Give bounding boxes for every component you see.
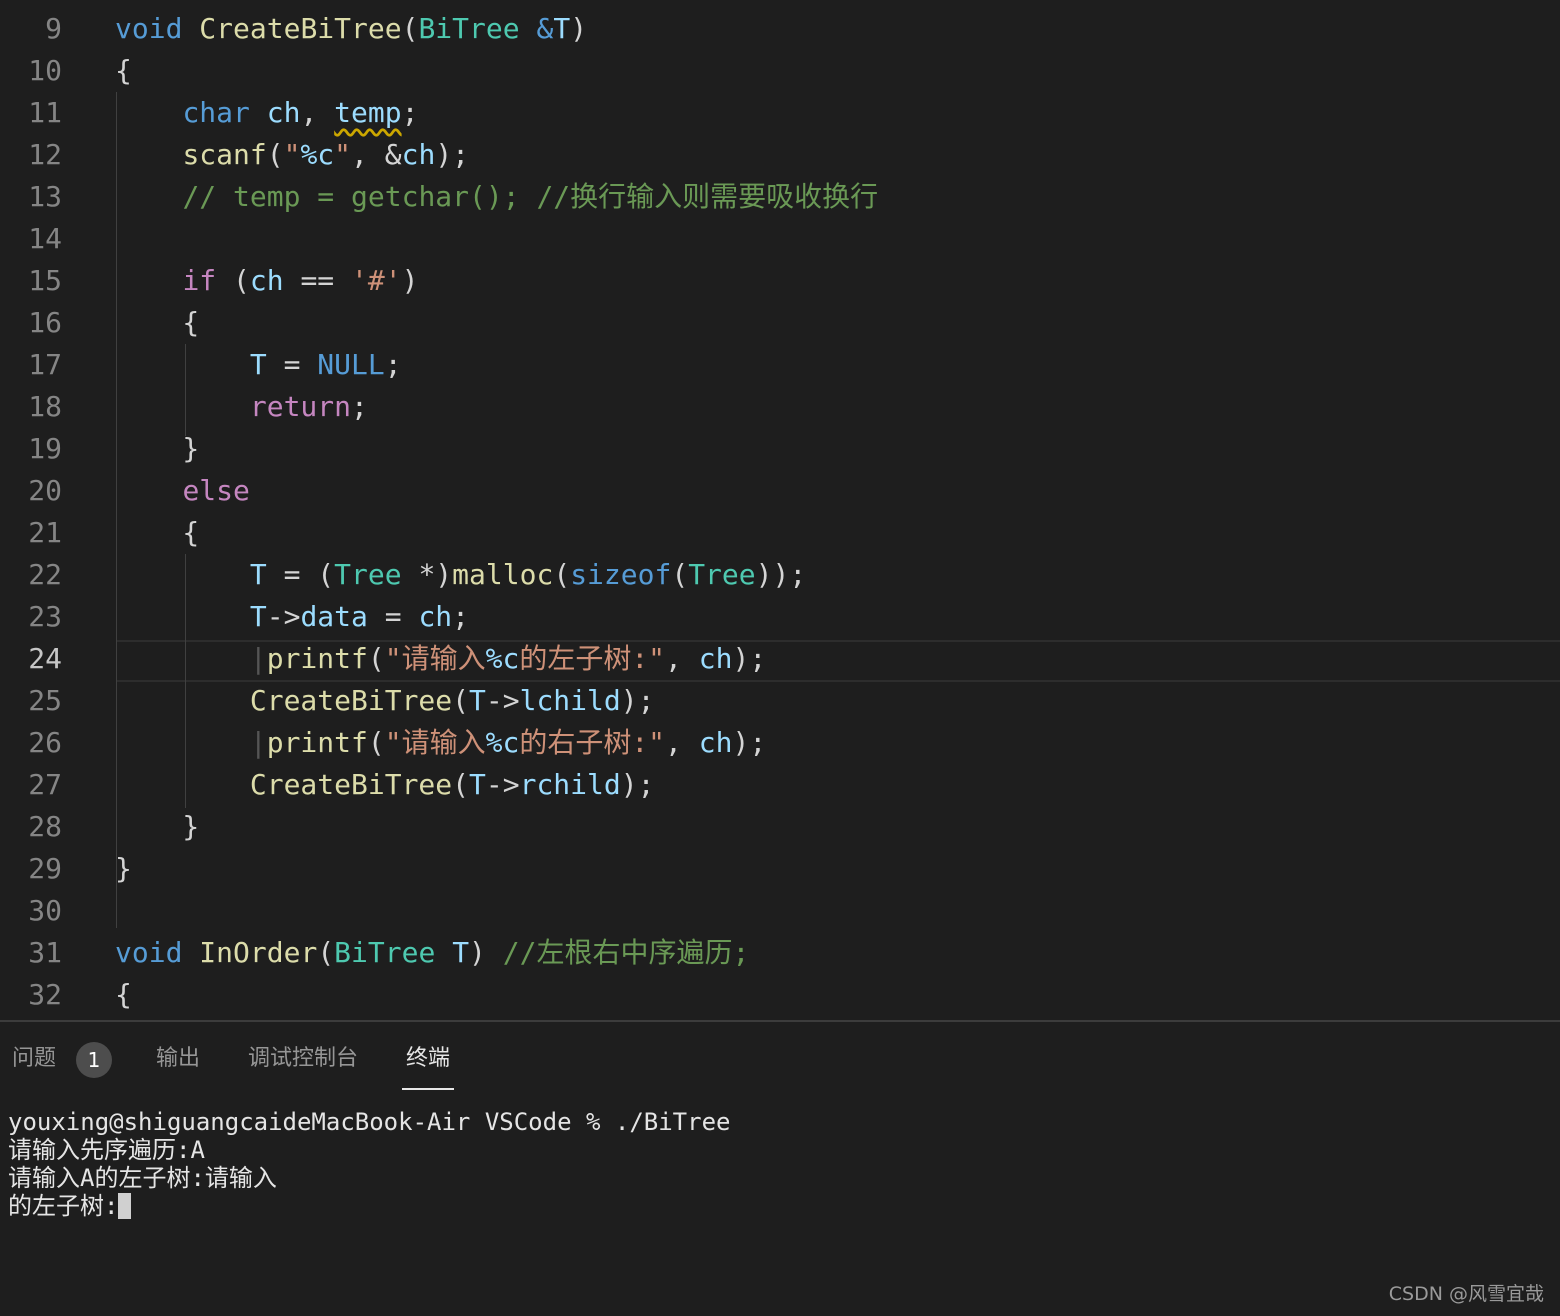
code-text: T = (Tree *)malloc(sizeof(Tree)); [249, 558, 807, 591]
code-text: scanf("%c", &ch); [182, 138, 470, 171]
code-line[interactable]: 9 void CreateBiTree(BiTree &T) [0, 8, 1560, 50]
code-editor[interactable]: 9 void CreateBiTree(BiTree &T) 10 { 11 c… [0, 0, 1560, 1020]
code-text: { [115, 516, 200, 549]
line-number: 16 [28, 306, 62, 339]
line-number: 21 [28, 516, 62, 549]
code-line[interactable]: 23 T->data = ch; [0, 596, 1560, 638]
watermark: CSDN @风雪宜哉 [1388, 1283, 1544, 1305]
code-text: char ch, temp; [182, 96, 419, 129]
code-text: if (ch == '#') [182, 264, 419, 297]
code-line[interactable]: 15 if (ch == '#') [0, 260, 1560, 302]
terminal-line: 的左子树: [8, 1192, 119, 1220]
code-line[interactable]: 20 else [0, 470, 1560, 512]
code-line[interactable]: 31 void InOrder(BiTree T) //左根右中序遍历; [0, 932, 1560, 974]
code-line[interactable]: 26 |printf("请输入%c的右子树:", ch); [0, 722, 1560, 764]
line-number: 13 [28, 180, 62, 213]
code-text: { [115, 978, 132, 1011]
code-line[interactable]: 25 CreateBiTree(T->lchild); [0, 680, 1560, 722]
code-line[interactable]: 14 [0, 218, 1560, 260]
code-line[interactable]: 27 CreateBiTree(T->rchild); [0, 764, 1560, 806]
terminal-output[interactable]: youxing@shiguangcaideMacBook-Air VSCode … [8, 1108, 730, 1220]
code-text: else [182, 474, 250, 507]
code-line[interactable]: 10 { [0, 50, 1560, 92]
code-line[interactable]: 12 scanf("%c", &ch); [0, 134, 1560, 176]
code-text: |printf("请输入%c的右子树:", ch); [249, 726, 767, 759]
line-number: 17 [28, 348, 62, 381]
problems-count-badge: 1 [76, 1042, 112, 1078]
code-line[interactable]: 21 { [0, 512, 1560, 554]
terminal-line: youxing@shiguangcaideMacBook-Air VSCode … [8, 1108, 731, 1136]
code-text: void CreateBiTree(BiTree &T) [115, 12, 588, 45]
line-number: 15 [28, 264, 62, 297]
line-number: 14 [28, 222, 62, 255]
code-line[interactable]: 29 } [0, 848, 1560, 890]
line-number: 27 [28, 768, 62, 801]
code-text: void InOrder(BiTree T) //左根右中序遍历; [115, 936, 750, 969]
line-number: 20 [28, 474, 62, 507]
terminal-line: 请输入A的左子树:请输入 [8, 1164, 277, 1192]
code-text: CreateBiTree(T->rchild); [249, 768, 655, 801]
code-text: CreateBiTree(T->lchild); [249, 684, 655, 717]
line-number: 25 [28, 684, 62, 717]
code-line-active[interactable]: 24 |printf("请输入%c的左子树:", ch); [0, 638, 1560, 680]
code-line[interactable]: 19 } [0, 428, 1560, 470]
code-text: } [115, 852, 132, 885]
code-line[interactable]: 13 // temp = getchar(); //换行输入则需要吸收换行 [0, 176, 1560, 218]
line-number: 30 [28, 894, 62, 927]
code-line[interactable]: 18 return; [0, 386, 1560, 428]
line-number: 29 [28, 852, 62, 885]
code-text: |printf("请输入%c的左子树:", ch); [249, 642, 767, 675]
code-text: } [115, 810, 200, 843]
tab-debug-console[interactable]: 调试控制台 [248, 1044, 358, 1074]
terminal-line-current: 的左子树: [8, 1192, 730, 1220]
code-text: // temp = getchar(); //换行输入则需要吸收换行 [182, 180, 879, 213]
code-text: T = NULL; [249, 348, 402, 381]
code-line[interactable]: 30 [0, 890, 1560, 932]
line-number: 19 [28, 432, 62, 465]
code-line[interactable]: 32 { [0, 974, 1560, 1016]
line-number: 31 [28, 936, 62, 969]
line-number: 18 [28, 390, 62, 423]
code-text: { [115, 306, 200, 339]
code-line[interactable]: 22 T = (Tree *)malloc(sizeof(Tree)); [0, 554, 1560, 596]
tab-terminal[interactable]: 终端 [406, 1044, 450, 1074]
code-text: return; [249, 390, 368, 423]
line-number: 32 [28, 978, 62, 1011]
line-number: 12 [28, 138, 62, 171]
tab-problems[interactable]: 问题 [12, 1044, 56, 1074]
bottom-panel: 问题 1 输出 调试控制台 终端 youxing@shiguangcaideMa… [0, 1020, 1560, 1316]
tab-output[interactable]: 输出 [156, 1044, 200, 1074]
terminal-cursor [118, 1193, 132, 1219]
line-number: 28 [28, 810, 62, 843]
line-number: 23 [28, 600, 62, 633]
line-number: 26 [28, 726, 62, 759]
code-text: { [115, 54, 132, 87]
code-line[interactable]: 17 T = NULL; [0, 344, 1560, 386]
code-line[interactable]: 16 { [0, 302, 1560, 344]
code-text: } [115, 432, 200, 465]
code-line[interactable]: 11 char ch, temp; [0, 92, 1560, 134]
line-number: 24 [28, 642, 62, 675]
active-tab-indicator [402, 1088, 454, 1090]
code-text: T->data = ch; [249, 600, 470, 633]
code-line[interactable]: 28 } [0, 806, 1560, 848]
terminal-line: 请输入先序遍历:A [8, 1136, 205, 1164]
line-number: 9 [45, 12, 62, 45]
line-number: 11 [28, 96, 62, 129]
line-number: 22 [28, 558, 62, 591]
line-number: 10 [28, 54, 62, 87]
